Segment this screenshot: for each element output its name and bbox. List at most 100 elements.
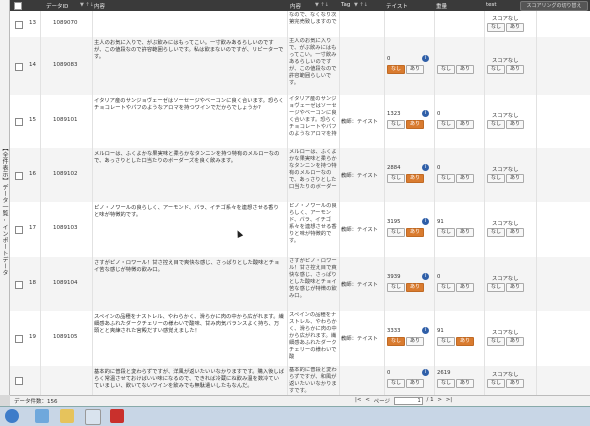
weight-yes-button[interactable]: あり <box>456 228 475 237</box>
header-test[interactable]: test <box>486 2 497 8</box>
weight-selector: なし あり <box>437 379 475 388</box>
header-tag[interactable]: Tag <box>341 2 350 8</box>
test-none-button[interactable]: なし <box>487 65 506 74</box>
header-tag-sort[interactable]: ▼ ↑↓ <box>354 2 368 8</box>
weight-none-button[interactable]: なし <box>437 174 456 183</box>
table-row[interactable]: 15 1089101 イタリア産のサンジョヴェーゼはソーセージやベーコンに良く合… <box>10 95 590 149</box>
test-none-button[interactable]: なし <box>487 228 506 237</box>
taste-info-icon[interactable]: i <box>422 218 429 225</box>
test-yes-button[interactable]: あり <box>506 65 525 74</box>
taste-info-icon[interactable]: i <box>422 327 429 334</box>
weight-yes-button[interactable]: あり <box>456 120 475 129</box>
weight-none-button[interactable]: なし <box>437 379 456 388</box>
weight-none-button[interactable]: なし <box>437 337 456 346</box>
test-yes-button[interactable]: あり <box>506 379 525 388</box>
taste-none-button[interactable]: なし <box>387 65 406 74</box>
scoring-toggle-button[interactable]: スコアリングの切り替え <box>520 1 588 11</box>
taste-info-icon[interactable]: i <box>422 164 429 171</box>
taste-yes-button[interactable]: あり <box>406 120 425 129</box>
header-weight[interactable]: 重量 <box>436 2 447 10</box>
taste-info-icon[interactable]: i <box>422 55 429 62</box>
header-content2[interactable]: 内容 <box>290 2 301 10</box>
row-content-preview: スペインの品種をナストレル、やわらかく、滑らかに肉の中から広がれます。繊細感あふ… <box>289 312 337 360</box>
weight-yes-button[interactable]: あり <box>456 65 475 74</box>
weight-yes-button[interactable]: あり <box>456 379 475 388</box>
weight-yes-button[interactable]: あり <box>456 337 475 346</box>
row-checkbox[interactable] <box>15 226 23 234</box>
page-input[interactable]: 1 <box>393 397 423 405</box>
ie-icon[interactable] <box>35 409 49 423</box>
table-row[interactable]: 13 1089070 なので、なくなり次第完売致しますので スコアなし なし あり <box>10 11 590 38</box>
table-row[interactable]: 基本的に普段と変わらずですが、洋風が返いたいいなかりますです。購入後しばらく常温… <box>10 366 590 395</box>
document-icon[interactable] <box>85 409 101 425</box>
taste-selector: なし あり <box>387 174 425 183</box>
row-number: 14 <box>29 62 36 68</box>
test-none-button[interactable]: なし <box>487 120 506 129</box>
weight-none-button[interactable]: なし <box>437 283 456 292</box>
weight-selector: なし あり <box>437 337 475 346</box>
last-page-button[interactable]: >| <box>446 397 452 403</box>
test-yes-button[interactable]: あり <box>506 174 525 183</box>
row-checkbox[interactable] <box>15 172 23 180</box>
taste-yes-button[interactable]: あり <box>406 228 425 237</box>
taste-none-button[interactable]: なし <box>387 283 406 292</box>
weight-none-button[interactable]: なし <box>437 120 456 129</box>
next-page-button[interactable]: > <box>437 397 442 403</box>
row-checkbox[interactable] <box>15 21 23 29</box>
test-selector: なし あり <box>487 65 525 74</box>
test-yes-button[interactable]: あり <box>506 23 525 32</box>
test-yes-button[interactable]: あり <box>506 120 525 129</box>
table-row[interactable]: 19 1089105 スペインの品種をナストレル、やわらかく、滑らかに肉の中から… <box>10 311 590 367</box>
table-row[interactable]: 14 1089083 主人のお気に入りで、がぶ飲みにはもってこい。一寸飲みあるら… <box>10 37 590 96</box>
taste-none-button[interactable]: なし <box>387 228 406 237</box>
start-icon[interactable] <box>5 409 19 423</box>
taste-yes-button[interactable]: あり <box>406 337 425 346</box>
taste-yes-button[interactable]: あり <box>406 174 425 183</box>
pdf-icon[interactable] <box>110 409 124 423</box>
taste-score: 2884 <box>387 165 401 171</box>
row-checkbox[interactable] <box>15 63 23 71</box>
table-row[interactable]: 18 1089104 さすがピノ・ロワール！甘さ控え目で爽快な感じ、さっぱりとし… <box>10 257 590 312</box>
row-checkbox[interactable] <box>15 335 23 343</box>
taste-info-icon[interactable]: i <box>422 110 429 117</box>
row-content-preview: なので、なくなり次第完売致しますので <box>289 12 337 25</box>
select-all-checkbox[interactable] <box>14 2 22 10</box>
weight-yes-button[interactable]: あり <box>456 174 475 183</box>
test-yes-button[interactable]: あり <box>506 228 525 237</box>
test-none-button[interactable]: なし <box>487 23 506 32</box>
row-id: 1089101 <box>53 117 78 123</box>
header-id-sort[interactable]: ▼ ↑↓ <box>80 2 94 8</box>
row-id: 1089103 <box>53 225 78 231</box>
folder-icon[interactable] <box>60 409 74 423</box>
row-checkbox[interactable] <box>15 118 23 126</box>
first-page-button[interactable]: |< <box>355 397 361 403</box>
taste-none-button[interactable]: なし <box>387 174 406 183</box>
test-none-button[interactable]: なし <box>487 379 506 388</box>
test-none-button[interactable]: なし <box>487 337 506 346</box>
table-row[interactable]: 17 1089103 ピノ・ノワールの良らしく、アーモンド、バラ、イチゴ系々を連… <box>10 202 590 258</box>
test-yes-button[interactable]: あり <box>506 337 525 346</box>
test-yes-button[interactable]: あり <box>506 283 525 292</box>
taste-none-button[interactable]: なし <box>387 120 406 129</box>
row-checkbox[interactable] <box>15 377 23 385</box>
header-taste[interactable]: テイスト <box>386 2 408 10</box>
table-row[interactable]: 16 1089102 メルローは、ふくよかな果実味と柔らかなタンニンを持つ特有の… <box>10 148 590 203</box>
row-content-preview: さすがピノ・ロワール！甘さ控え目で爽快な感じ、さっぱりとした酸味とチョイ苦な感じ… <box>289 258 337 299</box>
taste-info-icon[interactable]: i <box>422 273 429 280</box>
taste-yes-button[interactable]: あり <box>406 379 425 388</box>
taste-yes-button[interactable]: あり <box>406 65 425 74</box>
taste-info-icon[interactable]: i <box>422 369 429 376</box>
test-none-button[interactable]: なし <box>487 283 506 292</box>
weight-none-button[interactable]: なし <box>437 228 456 237</box>
header-content2-sort[interactable]: ▼ ↑↓ <box>315 2 329 8</box>
prev-page-button[interactable]: < <box>365 397 370 403</box>
header-content[interactable]: 内容 <box>94 2 105 10</box>
weight-yes-button[interactable]: あり <box>456 283 475 292</box>
weight-none-button[interactable]: なし <box>437 65 456 74</box>
row-checkbox[interactable] <box>15 281 23 289</box>
taste-none-button[interactable]: なし <box>387 379 406 388</box>
header-id[interactable]: データID <box>46 2 68 10</box>
taste-none-button[interactable]: なし <box>387 337 406 346</box>
taste-yes-button[interactable]: あり <box>406 283 425 292</box>
test-none-button[interactable]: なし <box>487 174 506 183</box>
